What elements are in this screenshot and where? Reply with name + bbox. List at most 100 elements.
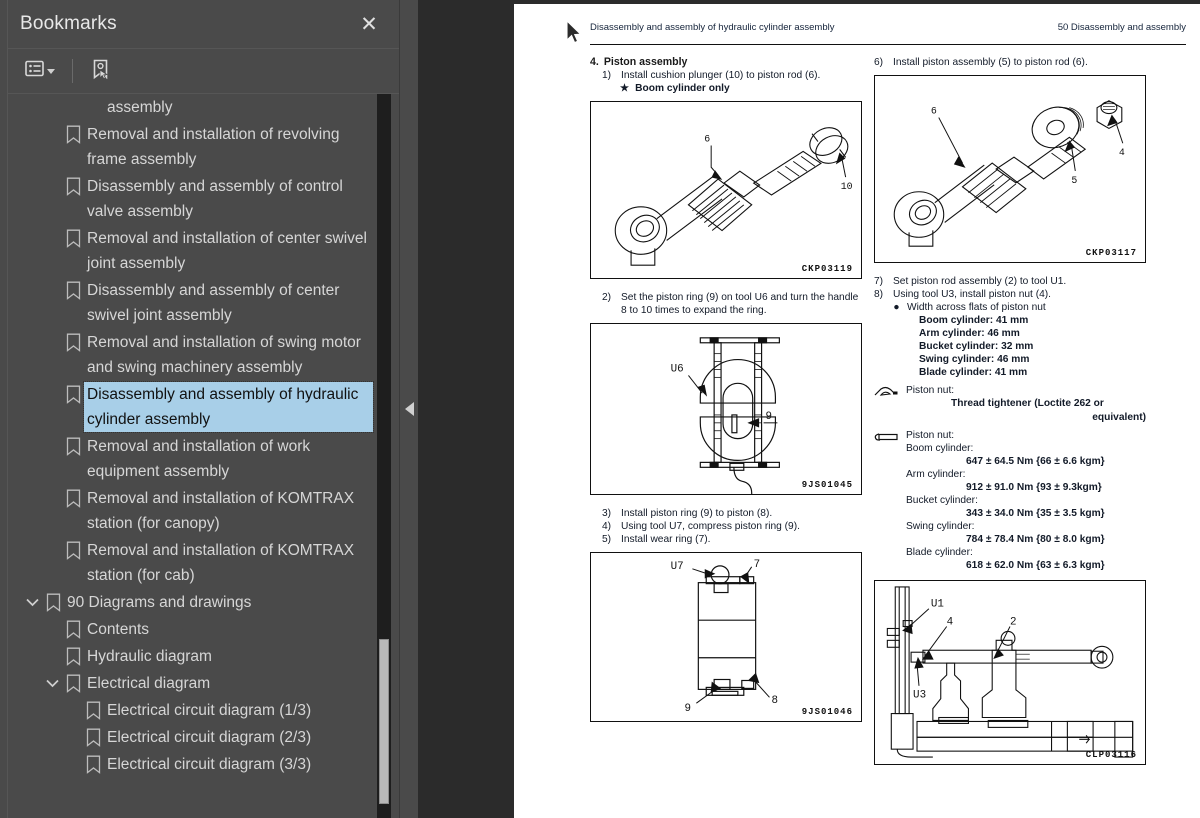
sidebar-collapse-handle[interactable] <box>400 0 418 818</box>
chevron-down-icon[interactable] <box>42 671 62 696</box>
bookmark-item[interactable]: Electrical circuit diagram (3/3) <box>8 751 399 778</box>
bookmark-item-label: Removal and installation of revolving fr… <box>87 126 340 168</box>
bookmarks-tree[interactable]: assembly Removal and installation of revo… <box>8 94 399 818</box>
svg-text:U6: U6 <box>671 364 684 376</box>
step-2-number: 2) <box>602 292 612 304</box>
step-1-note-text: Boom cylinder only <box>635 83 730 95</box>
bookmark-item[interactable]: Hydraulic diagram <box>8 643 399 670</box>
sidebar-scrollbar[interactable] <box>377 94 391 818</box>
bookmark-item-label: Removal and installation of work equipme… <box>87 438 311 480</box>
figure-ckp03119-drawing: 6 10 <box>614 127 853 266</box>
torque-spec-list: Boom cylinder: 647 ± 64.5 Nm {66 ± 6.6 kg… <box>906 442 1146 572</box>
svg-text:9: 9 <box>766 411 773 423</box>
bookmark-item-label: 90 Diagrams and drawings <box>67 594 252 611</box>
figure-ckp03117-drawing: 6 5 4 <box>893 100 1125 247</box>
bookmark-item[interactable]: Disassembly and assembly of hydraulic cy… <box>8 381 399 433</box>
page-head-right: 50 Disassembly and assembly <box>1057 22 1186 33</box>
bookmark-item[interactable]: Contents <box>8 616 399 643</box>
figure-ckp03119-caption: CKP03119 <box>801 264 853 275</box>
svg-text:4: 4 <box>1119 147 1125 158</box>
bookmark-item[interactable]: Removal and installation of KOMTRAX stat… <box>8 537 399 589</box>
bookmark-item[interactable]: Disassembly and assembly of center swive… <box>8 277 399 329</box>
bookmark-item[interactable]: Electrical circuit diagram (2/3) <box>8 724 399 751</box>
svg-text:U3: U3 <box>913 690 926 702</box>
step-1-text: Install cushion plunger (10) to piston r… <box>621 70 821 81</box>
step-4-number: 4) <box>602 521 612 533</box>
close-icon[interactable]: ✕ <box>357 12 381 36</box>
adhesive-spec: Piston nut: Thread tightener (Loctite 26… <box>874 384 1146 423</box>
bookmark-item-label: Hydraulic diagram <box>87 648 212 665</box>
bookmark-icon <box>82 752 104 777</box>
sidebar-left-gutter <box>0 0 8 818</box>
pdf-viewer[interactable]: Disassembly and assembly of hydraulic cy… <box>400 0 1200 818</box>
star-icon: ★ <box>620 83 630 95</box>
step-6-text: Install piston assembly (5) to piston ro… <box>893 57 1088 68</box>
bookmark-item[interactable]: Removal and installation of KOMTRAX stat… <box>8 485 399 537</box>
sidebar-scrollbar-thumb[interactable] <box>379 639 389 804</box>
section-title: Piston assembly <box>603 56 688 68</box>
mouse-cursor-icon <box>566 19 583 50</box>
figure-9js01045-caption: 9JS01045 <box>801 480 853 491</box>
torque-spec-name: Arm cylinder: <box>906 468 966 480</box>
bookmark-item[interactable]: assembly <box>8 94 399 121</box>
bookmark-icon <box>62 330 84 355</box>
bookmark-item-label: Disassembly and assembly of center swive… <box>87 282 340 324</box>
adhesive-line-1: Thread tightener (Loctite 262 or <box>951 398 1104 410</box>
chevron-down-icon[interactable] <box>22 590 42 615</box>
step-2-text: Set the piston ring (9) on tool U6 and t… <box>621 292 859 317</box>
bookmark-icon <box>62 226 84 251</box>
svg-text:7: 7 <box>754 559 761 571</box>
torque-title: Piston nut: <box>906 429 955 441</box>
svg-text:8: 8 <box>771 696 778 708</box>
width-spec-heading-text: Width across flats of piston nut <box>907 302 1046 314</box>
figure-ckp03117-caption: CKP03117 <box>1085 248 1137 259</box>
bookmark-item[interactable]: Removal and installation of swing motor … <box>8 329 399 381</box>
step-5-number: 5) <box>602 534 612 546</box>
bookmark-icon <box>62 174 84 199</box>
step-5-text: Install wear ring (7). <box>621 534 711 546</box>
width-spec-row: Arm cylinder: 46 mm <box>919 328 1020 340</box>
width-spec-row: Swing cylinder: 46 mm <box>919 354 1030 366</box>
bookmark-item-label: Removal and installation of swing motor … <box>87 334 361 376</box>
page-column-left: 4. Piston assembly 1) Install cushion pl… <box>590 56 862 808</box>
bookmark-item[interactable]: Electrical diagram <box>8 670 399 697</box>
bookmark-item[interactable]: Disassembly and assembly of control valv… <box>8 173 399 225</box>
list-view-icon <box>25 60 44 82</box>
bookmark-item[interactable]: 90 Diagrams and drawings <box>8 589 399 616</box>
figure-ckp03119: 6 10 CKP03119 <box>590 101 862 280</box>
step-8-text: Using tool U3, install piston nut (4). <box>893 289 1051 301</box>
bookmark-item-label: assembly <box>107 99 173 116</box>
step-2: 2) Set the piston ring (9) on tool U6 an… <box>602 291 862 317</box>
chevron-down-icon <box>47 68 55 74</box>
pdf-page: Disassembly and assembly of hydraulic cy… <box>514 4 1200 818</box>
bookmark-item[interactable]: Removal and installation of work equipme… <box>8 433 399 485</box>
figure-clp03116: U1 4 U3 2 CLP03116 <box>874 580 1146 766</box>
bookmark-icon <box>62 486 84 511</box>
list-options-button[interactable] <box>20 56 60 86</box>
bookmark-item-label: Electrical circuit diagram (1/3) <box>107 702 312 719</box>
page-head-left: Disassembly and assembly of hydraulic cy… <box>590 22 835 33</box>
step-4: 4) Using tool U7, compress piston ring (… <box>602 520 862 533</box>
step-3: 3) Install piston ring (9) to piston (8)… <box>602 507 862 520</box>
bookmark-item[interactable]: Removal and installation of revolving fr… <box>8 121 399 173</box>
step-3-text: Install piston ring (9) to piston (8). <box>621 508 773 520</box>
bookmark-item[interactable]: Removal and installation of center swive… <box>8 225 399 277</box>
new-bookmark-button[interactable] <box>85 54 117 89</box>
svg-text:U7: U7 <box>671 561 684 573</box>
bookmarks-sidebar: Bookmarks ✕ assembly Removal and install… <box>0 0 400 818</box>
bookmark-item[interactable]: Electrical circuit diagram (1/3) <box>8 697 399 724</box>
bookmarks-panel-title: Bookmarks <box>20 13 117 34</box>
bookmark-item-label: Removal and installation of KOMTRAX stat… <box>87 542 355 584</box>
bookmarks-scroll-area[interactable]: assembly Removal and installation of revo… <box>8 94 399 818</box>
bookmark-item-label: Disassembly and assembly of hydraulic cy… <box>83 381 374 433</box>
page-column-right: 6) Install piston assembly (5) to piston… <box>874 56 1146 808</box>
step-7-number: 7) <box>874 276 884 288</box>
torque-spec-value: 784 ± 78.4 Nm {80 ± 8.0 kgm} <box>966 533 1105 545</box>
